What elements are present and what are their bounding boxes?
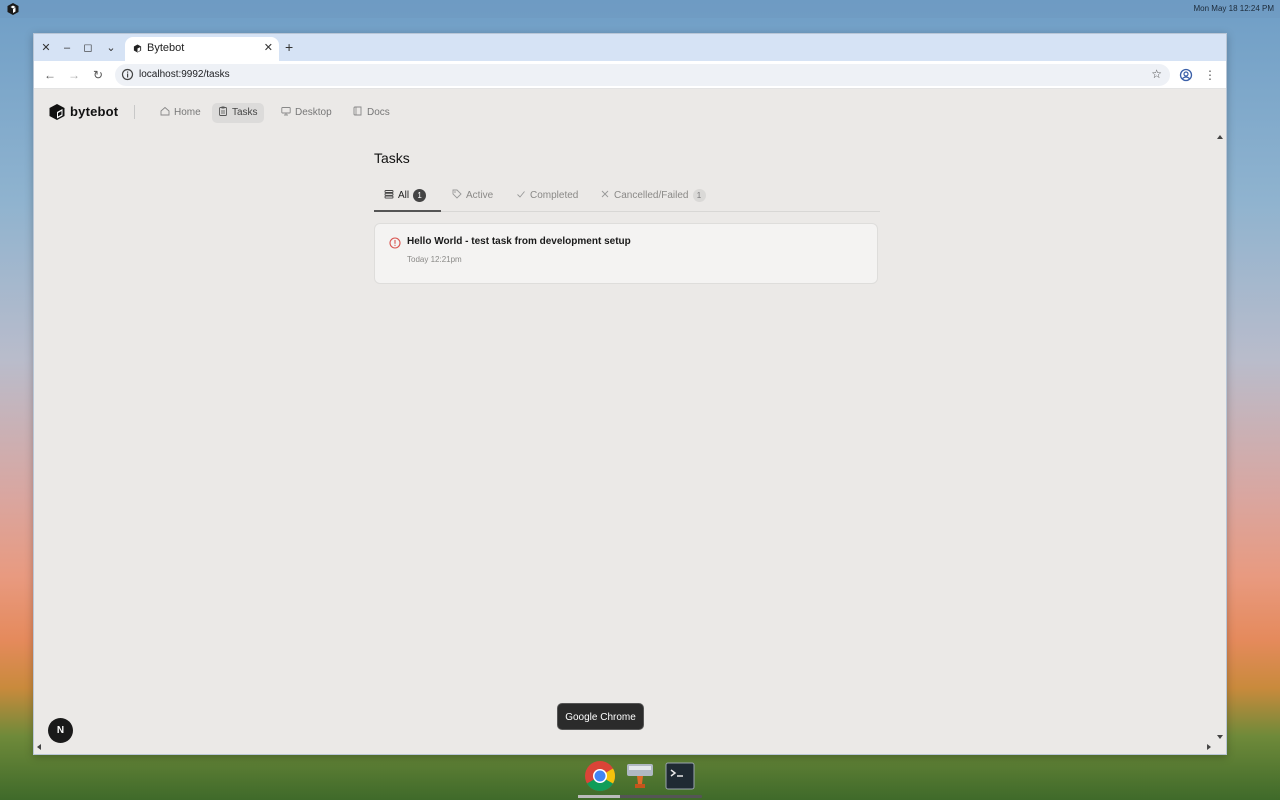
browser-window: ✕ – ◻ ⌄ Bytebot ✕ + ← → ↻ localhost:9992… <box>33 33 1227 755</box>
nav-tasks[interactable]: Tasks <box>212 103 264 123</box>
tag-icon <box>452 189 462 199</box>
file-manager-icon[interactable] <box>624 760 656 792</box>
scroll-left-arrow-icon[interactable] <box>36 744 41 750</box>
tab-cancelled-failed-label: Cancelled/Failed <box>614 190 689 201</box>
desktop-top-bar: Mon May 18 12:24 PM <box>0 0 1280 18</box>
nav-desktop-label: Desktop <box>295 107 332 118</box>
bytebot-favicon-icon <box>133 44 142 53</box>
tab-active-label: Active <box>466 190 494 201</box>
bookmark-star-icon[interactable]: ☆ <box>1151 67 1162 81</box>
maximize-window-icon[interactable]: ◻ <box>80 40 96 56</box>
profile-icon[interactable] <box>1178 67 1194 83</box>
close-window-icon[interactable]: ✕ <box>38 40 54 56</box>
horizontal-scrollbar[interactable] <box>34 740 1226 754</box>
reload-icon[interactable]: ↻ <box>90 67 106 83</box>
clipboard-icon <box>219 106 227 116</box>
tab-cancelled-failed[interactable]: Cancelled/Failed 1 <box>600 184 706 212</box>
browser-menu-icon[interactable]: ⋮ <box>1202 67 1218 83</box>
tab-active[interactable]: Active <box>452 184 493 212</box>
tab-search-chevron-icon[interactable]: ⌄ <box>103 40 119 56</box>
tab-cancelled-failed-count: 1 <box>692 189 706 202</box>
minimize-window-icon[interactable]: – <box>59 40 75 56</box>
nav-docs-label: Docs <box>367 107 390 118</box>
tab-all[interactable]: All 1 <box>374 184 441 212</box>
brand-name: bytebot <box>70 104 119 119</box>
scroll-right-arrow-icon[interactable] <box>1207 744 1212 750</box>
nav-tasks-label: Tasks <box>232 107 258 118</box>
tasks-content: Tasks All 1 Active Completed Cancelled/Fa… <box>374 150 880 284</box>
task-date: Today 12:21pm <box>407 255 462 264</box>
browser-tab-bytebot[interactable]: Bytebot ✕ <box>125 37 279 61</box>
url-text: localhost:9992/tasks <box>139 69 230 80</box>
filter-tabs: All 1 Active Completed Cancelled/Failed 1 <box>374 184 880 212</box>
tab-completed[interactable]: Completed <box>516 184 578 212</box>
scroll-up-arrow-icon[interactable] <box>1217 135 1223 139</box>
tab-strip: ✕ – ◻ ⌄ Bytebot ✕ + <box>34 34 1226 61</box>
scroll-down-arrow-icon[interactable] <box>1217 735 1223 739</box>
new-tab-icon[interactable]: + <box>285 39 293 55</box>
book-icon <box>353 106 362 116</box>
dock-tooltip: Google Chrome <box>557 703 644 730</box>
close-tab-icon[interactable]: ✕ <box>264 41 273 54</box>
tab-completed-label: Completed <box>530 190 579 201</box>
nav-home-label: Home <box>174 107 201 118</box>
back-arrow-icon[interactable]: ← <box>42 67 58 83</box>
chrome-icon[interactable] <box>584 760 616 792</box>
tab-all-count: 1 <box>413 189 427 202</box>
terminal-icon[interactable] <box>664 760 696 792</box>
page-title: Tasks <box>374 150 410 166</box>
forward-arrow-icon[interactable]: → <box>66 67 82 83</box>
nav-desktop[interactable]: Desktop <box>275 103 338 123</box>
bytebot-logo-icon <box>49 104 65 120</box>
monitor-icon <box>281 107 291 116</box>
nav-docs[interactable]: Docs <box>347 103 396 123</box>
tab-all-label: All <box>398 190 410 201</box>
clock[interactable]: Mon May 18 12:24 PM <box>1194 4 1274 13</box>
error-status-icon <box>389 237 401 249</box>
site-info-icon[interactable] <box>121 68 134 81</box>
task-card[interactable]: Hello World - test task from development… <box>374 223 878 284</box>
home-icon <box>160 106 170 116</box>
page-viewport: bytebot Home Tasks Desktop Docs Tasks Al… <box>34 90 1214 743</box>
check-icon <box>517 191 525 198</box>
nav-home[interactable]: Home <box>154 103 207 123</box>
nav-divider <box>134 105 135 119</box>
vertical-scrollbar[interactable] <box>1214 132 1226 742</box>
task-title: Hello World - test task from development… <box>407 236 631 247</box>
browser-toolbar: ← → ↻ localhost:9992/tasks ☆ ⋮ <box>34 61 1226 89</box>
system-logo-icon[interactable] <box>6 2 20 16</box>
x-icon <box>601 190 609 198</box>
dock-running-indicator <box>578 795 702 798</box>
stack-icon <box>384 190 394 199</box>
address-bar[interactable]: localhost:9992/tasks ☆ <box>115 64 1170 86</box>
dock <box>578 758 702 798</box>
tab-title: Bytebot <box>147 42 185 54</box>
